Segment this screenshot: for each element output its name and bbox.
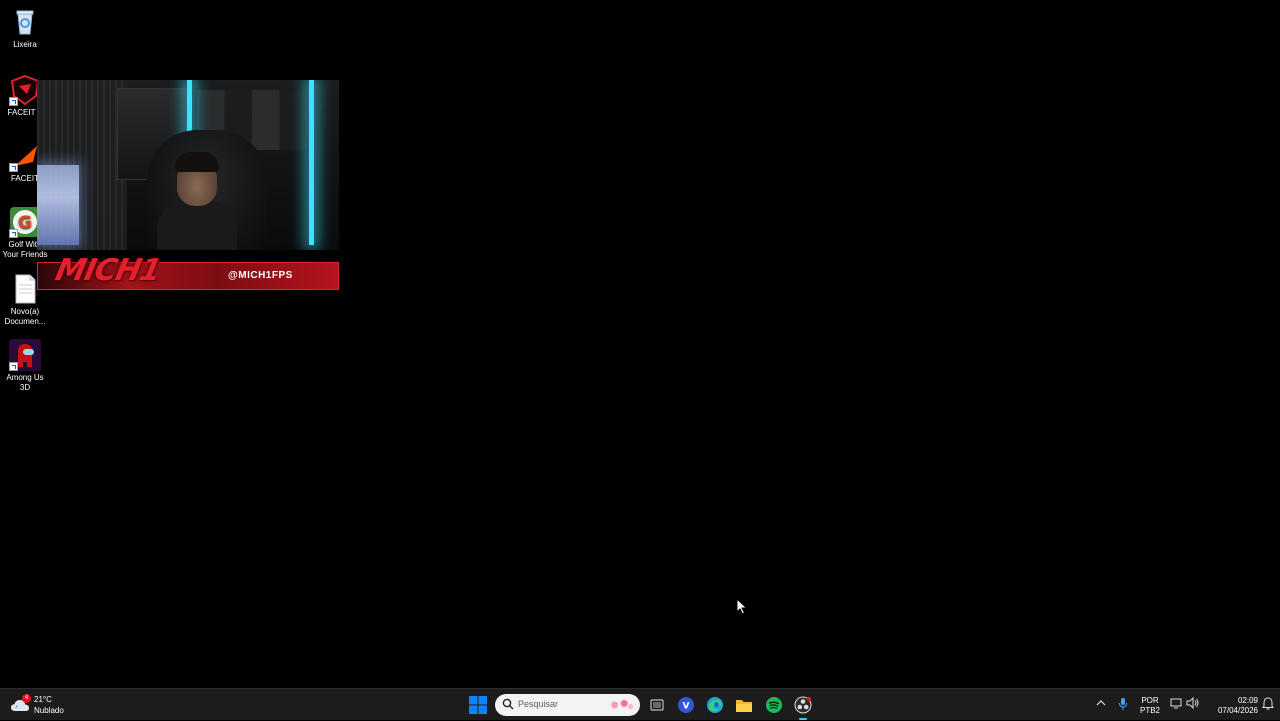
- shortcut-arrow-icon: [9, 229, 18, 238]
- clock-date: 07/04/2026: [1217, 706, 1258, 715]
- spotify-button[interactable]: [762, 693, 786, 717]
- folder-icon: [736, 700, 752, 712]
- system-tray: POR PTB2 02:09 07/04/2026: [1090, 689, 1280, 721]
- desktop-icon-among-us-3d[interactable]: Among Us 3D: [2, 339, 48, 393]
- search-placeholder: Pesquisar: [518, 699, 559, 709]
- search-highlight-decoration: [605, 697, 637, 713]
- volume-icon[interactable]: [1186, 696, 1200, 711]
- webcam-person-hair: [175, 152, 219, 172]
- language-code: POR: [1141, 696, 1159, 705]
- keyboard-layout-code: PTB2: [1140, 706, 1161, 715]
- webcam-pc-case: [37, 165, 79, 245]
- weather-alert-badge: 4: [22, 694, 31, 703]
- microphone-icon[interactable]: [1118, 697, 1128, 713]
- search-icon: [502, 698, 514, 712]
- obs-button[interactable]: [791, 693, 815, 720]
- task-view-button[interactable]: [645, 693, 669, 717]
- input-language-indicator[interactable]: POR PTB2: [1140, 696, 1160, 716]
- weather-widget[interactable]: 4 21°C Nublado: [10, 692, 80, 718]
- weather-temperature: 21°C: [34, 695, 52, 704]
- desktop-icon-label: Lixeira: [13, 40, 37, 49]
- notification-bell-icon[interactable]: [1262, 697, 1274, 712]
- desktop-icon-label: Among Us 3D: [6, 373, 44, 392]
- desktop-icon-recycle-bin[interactable]: Lixeira: [2, 6, 48, 50]
- webcam-overlay: MICH1 @MICH1FPS: [37, 80, 339, 292]
- streamer-banner: MICH1 @MICH1FPS: [37, 253, 339, 290]
- edge-button[interactable]: [703, 693, 727, 717]
- streamer-logo-text: MICH1: [52, 253, 164, 288]
- shortcut-arrow-icon: [9, 97, 18, 106]
- vpn-app-icon: V: [678, 697, 694, 713]
- windows-start-icon: [469, 696, 487, 714]
- obs-icon: [794, 696, 812, 714]
- network-icon[interactable]: [1170, 697, 1182, 711]
- shortcut-arrow-icon: [9, 362, 18, 371]
- streamer-handle: @MICH1FPS: [228, 270, 293, 281]
- desktop-icon-label: Novo(a) Documen...: [4, 307, 46, 326]
- shortcut-arrow-icon: [9, 163, 18, 172]
- webcam-neon-light: [309, 80, 314, 245]
- desktop: Lixeira FACEIT A FACEIT G Golf With Your…: [0, 0, 1280, 688]
- clock-time: 02:09: [1237, 696, 1258, 705]
- show-hidden-icons-chevron-icon[interactable]: [1096, 699, 1106, 709]
- svg-text:G: G: [18, 213, 32, 233]
- start-button[interactable]: [466, 693, 490, 717]
- among-us-3d-icon: [9, 339, 41, 371]
- spotify-icon: [766, 697, 782, 713]
- svg-text:V: V: [683, 702, 690, 712]
- taskbar-search-box[interactable]: Pesquisar: [495, 694, 640, 716]
- file-explorer-button[interactable]: [732, 693, 756, 717]
- recycle-bin-icon: [9, 6, 41, 38]
- taskbar: 4 21°C Nublado Pesquisar V POR PTB2 02:0…: [0, 688, 1280, 720]
- webcam-video-frame: [37, 80, 339, 250]
- weather-condition: Nublado: [34, 706, 64, 715]
- vpn-app-button[interactable]: V: [674, 693, 698, 717]
- task-view-icon: [650, 699, 664, 711]
- edge-icon: [707, 697, 723, 713]
- webcam-person-body: [157, 200, 237, 250]
- clock[interactable]: 02:09 07/04/2026: [1206, 696, 1258, 716]
